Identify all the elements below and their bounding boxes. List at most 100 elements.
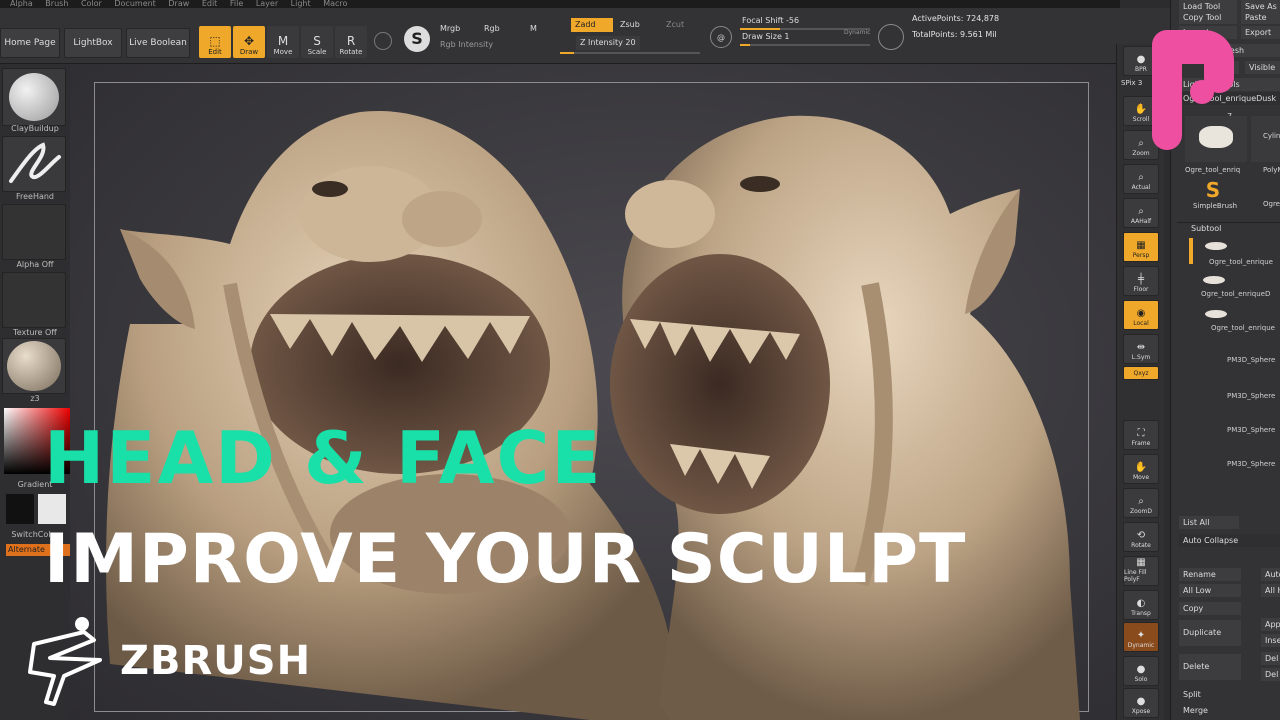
dynamic-button[interactable]: ✦ Dynamic xyxy=(1123,622,1159,652)
brand-logo xyxy=(1152,30,1234,150)
home-page-button[interactable]: Home Page xyxy=(0,28,60,58)
menu-brush[interactable]: Brush xyxy=(45,0,68,8)
material-thumbnail[interactable] xyxy=(2,338,66,394)
brush-thumbnail[interactable] xyxy=(2,68,66,126)
transp-button[interactable]: ◐ Transp xyxy=(1123,590,1159,620)
auto-button[interactable]: Auto xyxy=(1261,568,1280,581)
actual-button[interactable]: ⌕ Actual xyxy=(1123,164,1159,194)
dynamic-toggle[interactable]: Dynamic xyxy=(840,26,874,40)
subtool-thumb-2 xyxy=(1203,276,1225,284)
all-high-button[interactable]: All H xyxy=(1261,584,1280,597)
main-color-swatch[interactable] xyxy=(6,494,34,524)
live-boolean-button[interactable]: Live Boolean xyxy=(126,28,190,58)
local-button[interactable]: ◉ Local xyxy=(1123,300,1159,330)
zcut-toggle[interactable]: Zcut xyxy=(662,18,688,32)
subtool-item-3[interactable]: Ogre_tool_enrique xyxy=(1211,324,1280,332)
aahalf-button[interactable]: ⌕ AAHalf xyxy=(1123,198,1159,228)
sphere-material-icon[interactable] xyxy=(374,32,392,50)
m-toggle[interactable]: M xyxy=(526,22,541,36)
zadd-toggle[interactable]: Zadd xyxy=(571,18,613,32)
z-intensity-track[interactable] xyxy=(560,52,700,54)
move-view-button[interactable]: ✋ Move xyxy=(1123,454,1159,484)
del-other-button[interactable]: Del xyxy=(1261,652,1280,665)
title-head-face: HEAD & FACE xyxy=(44,416,603,500)
focal-shift-slider[interactable]: Focal Shift -56 xyxy=(738,14,803,28)
rgb-intensity-slider[interactable]: Rgb Intensity xyxy=(436,38,497,52)
frame-button[interactable]: ⛶ Frame xyxy=(1123,420,1159,450)
viewport-canvas[interactable] xyxy=(70,64,1116,720)
all-low-button[interactable]: All Low xyxy=(1179,584,1241,597)
menu-layer[interactable]: Layer xyxy=(256,0,278,8)
paste-button[interactable]: Paste xyxy=(1241,11,1280,24)
tool-thumb-ogre-t-label: Ogre_t xyxy=(1263,200,1280,208)
xpose-button[interactable]: ● Xpose xyxy=(1123,688,1159,718)
delete-button[interactable]: Delete xyxy=(1179,654,1241,680)
menu-document[interactable]: Document xyxy=(114,0,155,8)
export-button[interactable]: Export xyxy=(1241,26,1280,39)
polyf-button[interactable]: ▦ Line Fill PolyF xyxy=(1123,556,1159,586)
move-view-icon: ✋ xyxy=(1134,462,1148,473)
subtool-item-4[interactable]: PM3D_Sphere xyxy=(1227,356,1280,364)
floor-button[interactable]: ╪ Floor xyxy=(1123,266,1159,296)
lsym-button[interactable]: ⇹ L.Sym xyxy=(1123,334,1159,364)
move-tool-button[interactable]: M Move xyxy=(267,26,299,58)
stroke-thumbnail[interactable] xyxy=(2,136,66,192)
copy-tool-button[interactable]: Copy Tool xyxy=(1179,11,1237,24)
qxyz-button[interactable]: Qxyz xyxy=(1123,366,1159,380)
menu-macro[interactable]: Macro xyxy=(323,0,347,8)
d-icon[interactable] xyxy=(878,24,904,50)
rename-button[interactable]: Rename xyxy=(1179,568,1241,581)
solo-button[interactable]: ● Solo xyxy=(1123,656,1159,686)
subtool-item-1[interactable]: Ogre_tool_enrique xyxy=(1209,258,1280,266)
rotate-view-button[interactable]: ⟲ Rotate xyxy=(1123,522,1159,552)
menu-alpha[interactable]: Alpha xyxy=(10,0,33,8)
menu-draw[interactable]: Draw xyxy=(168,0,189,8)
zoomd-button[interactable]: ⌕ ZoomD xyxy=(1123,488,1159,518)
visible-button[interactable]: Visible xyxy=(1245,61,1280,74)
stroke-label: FreeHand xyxy=(15,192,55,201)
subtool-item-7[interactable]: PM3D_Sphere xyxy=(1227,460,1280,468)
auto-collapse-button[interactable]: Auto Collapse xyxy=(1179,534,1280,547)
actual-icon: ⌕ xyxy=(1138,172,1144,183)
menu-file[interactable]: File xyxy=(230,0,243,8)
spotlight-icon[interactable]: @ xyxy=(710,26,732,48)
brush-label: ClayBuildup xyxy=(11,124,59,133)
lightbox-button[interactable]: LightBox xyxy=(64,28,122,58)
subtool-title[interactable]: Subtool xyxy=(1191,224,1221,233)
s-brush-icon[interactable]: S xyxy=(404,26,430,52)
z-intensity-slider[interactable]: Z Intensity 20 xyxy=(576,36,640,50)
scale-tool-button[interactable]: S Scale xyxy=(301,26,333,58)
edit-icon: ⬚ xyxy=(209,34,221,48)
menu-edit[interactable]: Edit xyxy=(202,0,218,8)
subtool-scrollbar[interactable] xyxy=(1189,238,1193,264)
split-button[interactable]: Split xyxy=(1179,688,1241,701)
rgb-toggle[interactable]: Rgb xyxy=(480,22,504,36)
subtool-thumb-1 xyxy=(1205,242,1227,250)
alpha-thumbnail[interactable] xyxy=(2,204,66,260)
subtool-item-2[interactable]: Ogre_tool_enriqueD xyxy=(1201,290,1280,298)
append-button[interactable]: Appe xyxy=(1261,618,1280,631)
copy-button[interactable]: Copy xyxy=(1179,602,1241,615)
draw-tool-button[interactable]: ✥ Draw xyxy=(233,26,265,58)
del-all-button[interactable]: Del xyxy=(1261,668,1280,681)
edit-tool-button[interactable]: ⬚ Edit xyxy=(199,26,231,58)
merge-button[interactable]: Merge xyxy=(1179,704,1241,717)
mrgb-toggle[interactable]: Mrgb xyxy=(436,22,464,36)
ogre-sculpt-illustration xyxy=(106,111,1080,720)
persp-button[interactable]: ▦ Persp xyxy=(1123,232,1159,262)
insert-button[interactable]: Inse xyxy=(1261,634,1280,647)
draw-size-track[interactable] xyxy=(740,44,870,46)
simple-brush-icon[interactable]: S xyxy=(1201,178,1225,202)
duplicate-button[interactable]: Duplicate xyxy=(1179,620,1241,646)
spix-setting[interactable]: SPix 3 xyxy=(1121,79,1142,87)
list-all-button[interactable]: List All xyxy=(1179,516,1239,529)
draw-size-slider[interactable]: Draw Size 1 xyxy=(738,30,794,44)
texture-thumbnail[interactable] xyxy=(2,272,66,328)
zsub-toggle[interactable]: Zsub xyxy=(616,18,644,32)
subtool-item-5[interactable]: PM3D_Sphere xyxy=(1227,392,1280,400)
rotate-tool-button[interactable]: R Rotate xyxy=(335,26,367,58)
menu-light[interactable]: Light xyxy=(291,0,311,8)
subtool-item-6[interactable]: PM3D_Sphere xyxy=(1227,426,1280,434)
menu-color[interactable]: Color xyxy=(81,0,102,8)
top-toolbar: Home Page LightBox Live Boolean ⬚ Edit ✥ D… xyxy=(0,8,1170,64)
